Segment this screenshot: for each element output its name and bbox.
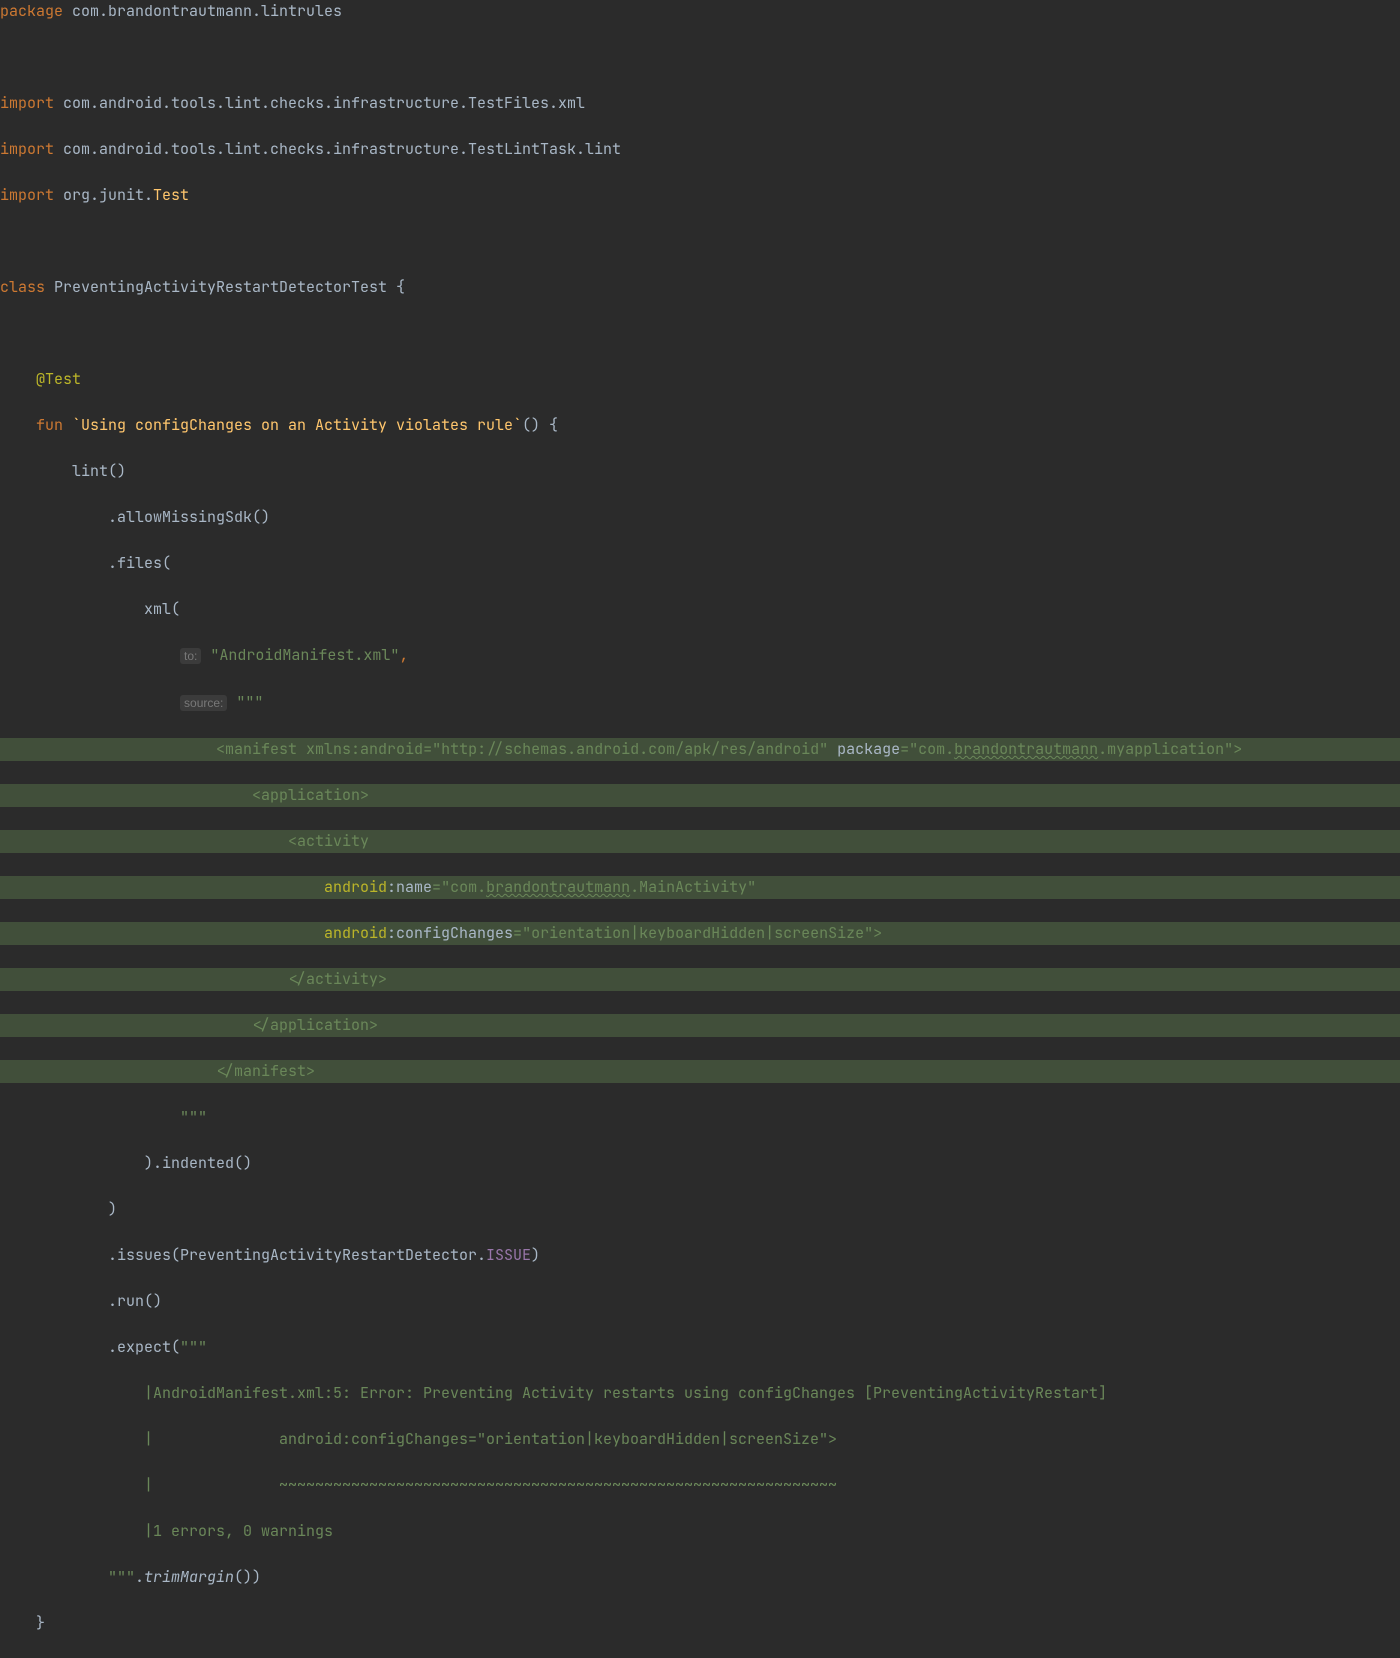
package-name: com.brandontrautmann.lintrules	[63, 1, 342, 21]
keyword-import: import	[0, 139, 54, 159]
method-trimmargin: trimMargin	[144, 1567, 234, 1587]
keyword-import: import	[0, 93, 54, 113]
import-path: com.android.tools.lint.checks.infrastruc…	[54, 139, 621, 159]
class-name: PreventingActivityRestartDetectorTest {	[45, 277, 405, 297]
string-content: |AndroidManifest.xml:5: Error: Preventin…	[0, 1383, 1107, 1403]
keyword-fun: fun	[36, 415, 63, 435]
param-hint-source: source:	[180, 695, 227, 711]
highlighted-line: </manifest>	[0, 1060, 1400, 1083]
highlighted-line: <application>	[0, 784, 1400, 807]
constant-issue: ISSUE	[486, 1245, 531, 1265]
keyword-package: package	[0, 1, 63, 21]
string-literal: "AndroidManifest.xml"	[201, 645, 399, 665]
keyword-import: import	[0, 185, 54, 205]
triple-quote-end: """	[0, 1107, 207, 1127]
code-line: xml(	[0, 599, 180, 619]
keyword-class: class	[0, 277, 45, 297]
import-path: com.android.tools.lint.checks.infrastruc…	[54, 93, 585, 113]
import-path: org.junit.	[54, 185, 153, 205]
string-content: |1 errors, 0 warnings	[0, 1521, 333, 1541]
dot: .	[135, 1567, 144, 1587]
highlighted-line: </application>	[0, 1014, 1400, 1037]
string-content: | android:configChanges="orientation|key…	[0, 1429, 837, 1449]
code-line: .issues(PreventingActivityRestartDetecto…	[0, 1245, 486, 1265]
highlighted-line: android:name="com.brandontrautmann.MainA…	[0, 876, 1400, 899]
code-line: .files(	[0, 553, 171, 573]
highlighted-line: <activity	[0, 830, 1400, 853]
string-content: | ~~~~~~~~~~~~~~~~~~~~~~~~~~~~~~~~~~~~~~…	[0, 1475, 837, 1495]
paren: )	[531, 1245, 540, 1265]
paren: ())	[234, 1567, 261, 1587]
comma: ,	[399, 645, 408, 665]
highlighted-line: <manifest xmlns:android="http://schemas.…	[0, 738, 1400, 761]
highlighted-line: android:configChanges="orientation|keybo…	[0, 922, 1400, 945]
param-hint-to: to:	[180, 648, 201, 664]
code-line: .expect(	[0, 1337, 180, 1357]
closing-brace: }	[0, 1613, 45, 1633]
paren-brace: () {	[522, 415, 558, 435]
code-line: .run()	[0, 1291, 162, 1311]
code-editor[interactable]: package com.brandontrautmann.lintrules i…	[0, 0, 1400, 1658]
triple-quote-end: """	[0, 1567, 135, 1587]
code-line: lint()	[0, 461, 126, 481]
highlighted-line: </activity>	[0, 968, 1400, 991]
function-name: `Using configChanges on an Activity viol…	[63, 415, 522, 435]
code-line: ).indented()	[0, 1153, 252, 1173]
import-class: Test	[153, 185, 189, 205]
code-line: .allowMissingSdk()	[0, 507, 270, 527]
triple-quote: """	[180, 1337, 207, 1357]
triple-quote: """	[227, 692, 263, 712]
annotation-test: @Test	[36, 369, 81, 389]
code-line: )	[0, 1199, 117, 1219]
